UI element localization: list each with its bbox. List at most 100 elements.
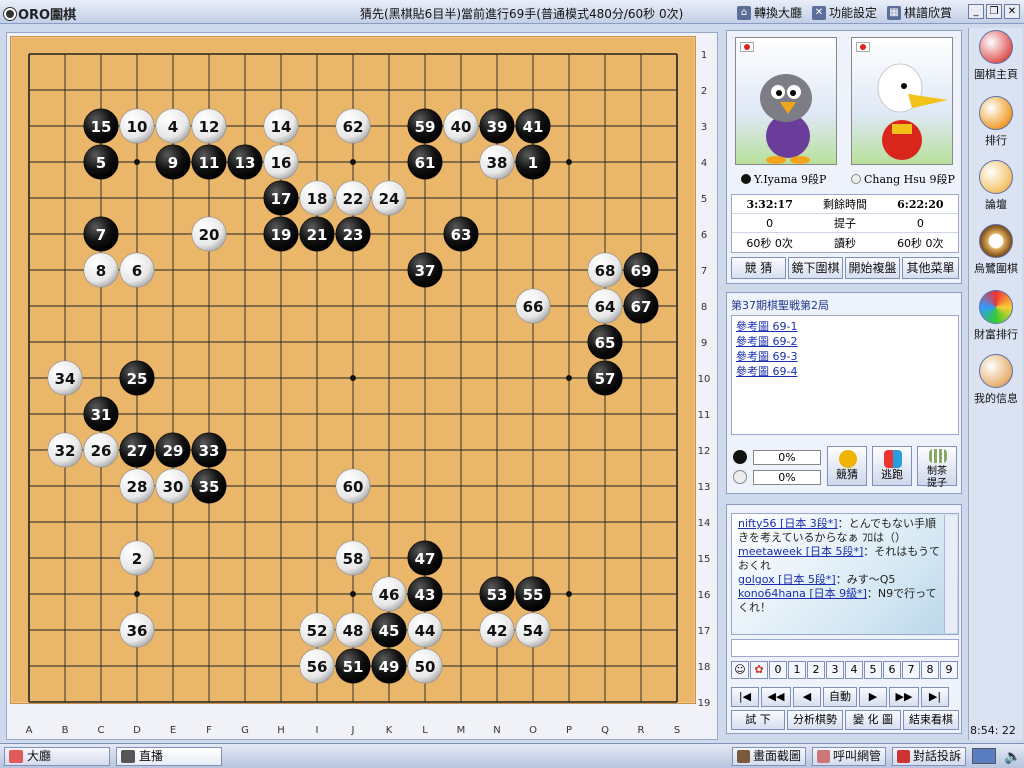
black-stone: 65	[587, 324, 623, 360]
chat-user[interactable]: kono64hana [日本 9級*]	[738, 587, 867, 600]
back-fast-button[interactable]: ◀◀	[761, 687, 791, 707]
tournament-title: 第37期棋聖戦第2局	[731, 299, 829, 312]
sidebar-item-home[interactable]: 圍棋主頁	[969, 30, 1023, 82]
number-key[interactable]: 2	[807, 661, 825, 679]
black-stone: 21	[299, 216, 335, 252]
sidebar-item-label: 烏鷺圍棋	[974, 262, 1018, 275]
white-stone: 18	[299, 180, 335, 216]
menu-records[interactable]: ▦ 棋譜欣賞	[887, 4, 952, 21]
number-key[interactable]: 7	[902, 661, 920, 679]
call-admin-button[interactable]: 呼叫網管	[812, 747, 887, 766]
move-number: 15	[91, 118, 112, 136]
number-key[interactable]: 0	[769, 661, 787, 679]
number-key[interactable]: 9	[940, 661, 958, 679]
forward-button[interactable]: ▶	[859, 687, 887, 707]
start-review-button[interactable]: 開始複盤	[845, 257, 900, 279]
sidebar-item-go-bowl[interactable]: 烏鷺圍棋	[969, 224, 1023, 276]
guess-coins-button[interactable]: 競猜	[827, 446, 867, 486]
number-key[interactable]: 8	[921, 661, 939, 679]
sidebar-item-ranking[interactable]: 排行	[969, 96, 1023, 148]
column-label: F	[206, 725, 212, 736]
star-point	[566, 159, 572, 165]
number-key[interactable]: 5	[864, 661, 882, 679]
coins-icon	[839, 450, 857, 468]
auto-play-button[interactable]: 自動	[823, 687, 857, 707]
task-broadcast[interactable]: 直播	[116, 747, 222, 766]
capture-button[interactable]: 制茶 提子	[917, 446, 957, 489]
row-label: 8	[701, 302, 707, 313]
move-number: 43	[415, 586, 436, 604]
end-watching-button[interactable]: 結束看棋	[903, 710, 959, 730]
reference-list: 參考圖 69-1 參考圖 69-2 參考圖 69-3 參考圖 69-4	[731, 315, 959, 435]
wealth-icon	[979, 290, 1013, 324]
minimize-button[interactable]: _	[968, 4, 984, 19]
menu-settings[interactable]: ✕ 功能設定	[812, 4, 877, 21]
mirror-go-button[interactable]: 鏡下圍棋	[788, 257, 843, 279]
black-player-portrait	[735, 37, 837, 165]
chat-input[interactable]	[731, 639, 959, 657]
row-label: 9	[701, 338, 707, 349]
chat-message: kono64hana [日本 9級*]：N9で行ってくれ！	[738, 587, 942, 615]
last-move-button[interactable]: ▶|	[921, 687, 949, 707]
reference-link[interactable]: 參考圖 69-1	[736, 319, 954, 334]
move-number: 45	[379, 622, 400, 640]
speaker-icon[interactable]: 🔈	[1004, 749, 1021, 765]
chat-user[interactable]: golgox [日本 5段*]	[738, 573, 836, 586]
sidebar-item-wealth[interactable]: 財富排行	[969, 290, 1023, 342]
number-key[interactable]: 3	[826, 661, 844, 679]
sidebar-item-my-info[interactable]: 我的信息	[969, 354, 1023, 406]
move-number: 46	[379, 586, 400, 604]
sidebar-item-forum[interactable]: 論壇	[969, 160, 1023, 212]
chat-text: ：みす～Q5	[835, 573, 896, 586]
number-key[interactable]: 1	[788, 661, 806, 679]
move-number: 19	[271, 226, 292, 244]
move-number: 37	[415, 262, 436, 280]
close-button[interactable]: ✕	[1004, 4, 1020, 19]
chat-user[interactable]: nifty56 [日本 3段*]	[738, 517, 838, 530]
black-main-time: 3:32:17	[746, 197, 793, 211]
column-label: Q	[601, 725, 609, 736]
go-board-grid[interactable]: 12345678910111213141516171819A B C D E F G H I J K…	[0, 0, 720, 742]
first-move-button[interactable]: |◀	[731, 687, 759, 707]
restore-button[interactable]: ❐	[986, 4, 1002, 19]
home-icon	[979, 30, 1013, 64]
other-menu-button[interactable]: 其他菜單	[902, 257, 959, 279]
analyze-button[interactable]: 分析棋勢	[787, 710, 843, 730]
screenshot-button[interactable]: 畫面截圖	[732, 747, 807, 766]
guess-button[interactable]: 競 猜	[731, 257, 786, 279]
timer-table: 3:32:17 剩餘時間 6:22:20 0 提子 0 60秒 0次 讀秒 60秒 0次	[731, 194, 959, 253]
reference-link[interactable]: 參考圖 69-4	[736, 364, 954, 379]
escape-button[interactable]: 逃跑	[872, 446, 912, 486]
menu-lobby[interactable]: ⌂ 轉換大廳	[737, 4, 802, 21]
chat-user[interactable]: meetaweek [日本 5段*]	[738, 545, 863, 558]
emoticon-bear-icon[interactable]: ☺	[731, 661, 749, 679]
black-stone: 23	[335, 216, 371, 252]
crow-avatar-icon	[760, 74, 812, 164]
forward-fast-button[interactable]: ▶▶	[889, 687, 919, 707]
back-button[interactable]: ◀	[793, 687, 821, 707]
tray-label: 對話投訴	[913, 749, 962, 763]
number-key[interactable]: 4	[845, 661, 863, 679]
chat-scrollbar[interactable]	[944, 515, 957, 633]
variation-button[interactable]: 變 化 圖	[845, 710, 901, 730]
column-label: H	[277, 725, 285, 736]
star-point	[350, 591, 356, 597]
emoticon-flower-icon[interactable]: ✿	[750, 661, 768, 679]
monitor-icon[interactable]	[972, 748, 996, 764]
move-number: 48	[343, 622, 364, 640]
number-key[interactable]: 6	[883, 661, 901, 679]
reference-link[interactable]: 參考圖 69-2	[736, 334, 954, 349]
row-label: 12	[698, 446, 711, 457]
move-number: 50	[415, 658, 436, 676]
white-stone: 58	[335, 540, 371, 576]
white-player-name-text: Chang Hsu 9段P	[864, 173, 955, 186]
task-lobby[interactable]: 大廳	[4, 747, 110, 766]
try-move-button[interactable]: 試 下	[731, 710, 785, 730]
reference-link[interactable]: 參考圖 69-3	[736, 349, 954, 364]
complaint-button[interactable]: 對話投訴	[892, 747, 967, 766]
black-stone: 37	[407, 252, 443, 288]
column-label: J	[351, 725, 355, 736]
player-panel: Y.Iyama 9段P Chang Hsu 9段P 3:32:17 剩餘時間 6:2…	[726, 30, 962, 284]
chat-message: meetaweek [日本 5段*]：それはもうておくれ	[738, 545, 942, 573]
move-number: 21	[307, 226, 328, 244]
